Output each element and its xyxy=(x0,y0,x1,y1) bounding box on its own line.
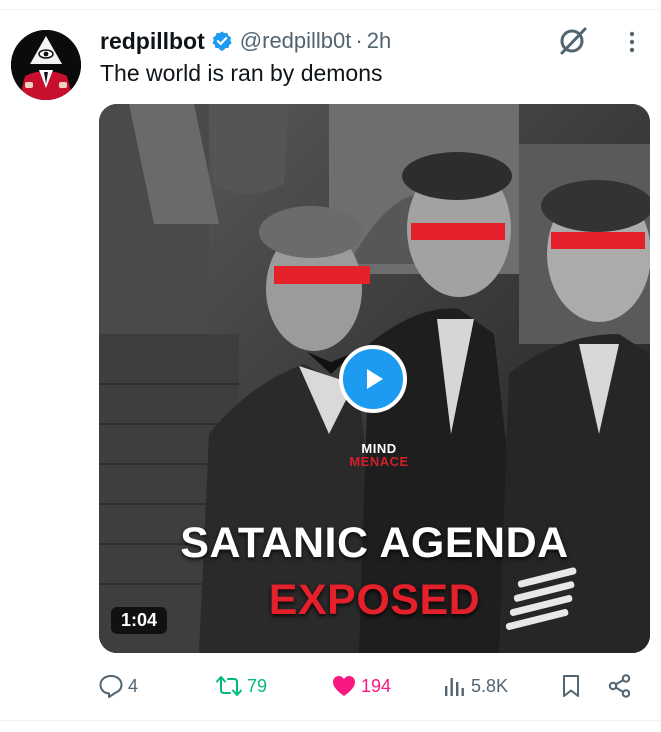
watermark: MIND MENACE xyxy=(339,442,419,468)
share-button[interactable] xyxy=(607,670,633,702)
grok-slash-icon[interactable] xyxy=(556,24,590,58)
bookmark-button[interactable] xyxy=(559,670,583,702)
play-button[interactable] xyxy=(339,345,407,413)
bookmark-icon xyxy=(563,675,579,697)
views-bar-chart-icon xyxy=(445,678,464,696)
video-duration: 1:04 xyxy=(111,607,168,634)
tweet-header: redpillbot @redpillb0t · 2h xyxy=(100,26,391,56)
like-button[interactable]: 194 xyxy=(331,670,391,702)
top-divider xyxy=(0,9,661,10)
action-bar: 4 79 194 5.8K xyxy=(98,670,648,702)
video-caption-line2: EXPOSED xyxy=(268,576,481,624)
author-handle[interactable]: @redpillb0t xyxy=(240,28,352,54)
repost-count: 79 xyxy=(247,675,268,696)
like-count: 194 xyxy=(361,675,392,696)
heart-icon xyxy=(333,676,355,696)
repost-button[interactable]: 79 xyxy=(215,670,267,702)
timestamp[interactable]: 2h xyxy=(367,28,391,54)
censor-bar xyxy=(274,266,370,284)
tweet-text: The world is ran by demons xyxy=(100,60,383,86)
share-icon xyxy=(608,674,631,698)
avatar[interactable] xyxy=(11,30,81,100)
reply-button[interactable]: 4 xyxy=(98,670,138,702)
verified-badge-icon xyxy=(211,30,233,52)
avatar-image xyxy=(11,30,81,100)
repost-icon xyxy=(216,676,242,696)
separator-dot: · xyxy=(355,28,363,53)
video-caption-line1: SATANIC AGENDA xyxy=(180,519,569,567)
censor-bar xyxy=(551,232,645,249)
bottom-divider xyxy=(0,720,661,721)
views-count: 5.8K xyxy=(471,675,509,696)
more-vertical-icon[interactable] xyxy=(622,28,642,56)
video-media[interactable]: MIND MENACE SATANIC AGENDA EXPOSED 1:04 xyxy=(99,104,650,653)
play-icon xyxy=(367,369,383,389)
author-display-name[interactable]: redpillbot xyxy=(100,28,205,55)
reply-count: 4 xyxy=(128,675,139,696)
censor-bar xyxy=(411,223,505,240)
views-button[interactable]: 5.8K xyxy=(443,670,508,702)
reply-icon xyxy=(99,675,123,698)
watermark-bottom: MENACE xyxy=(349,454,409,469)
